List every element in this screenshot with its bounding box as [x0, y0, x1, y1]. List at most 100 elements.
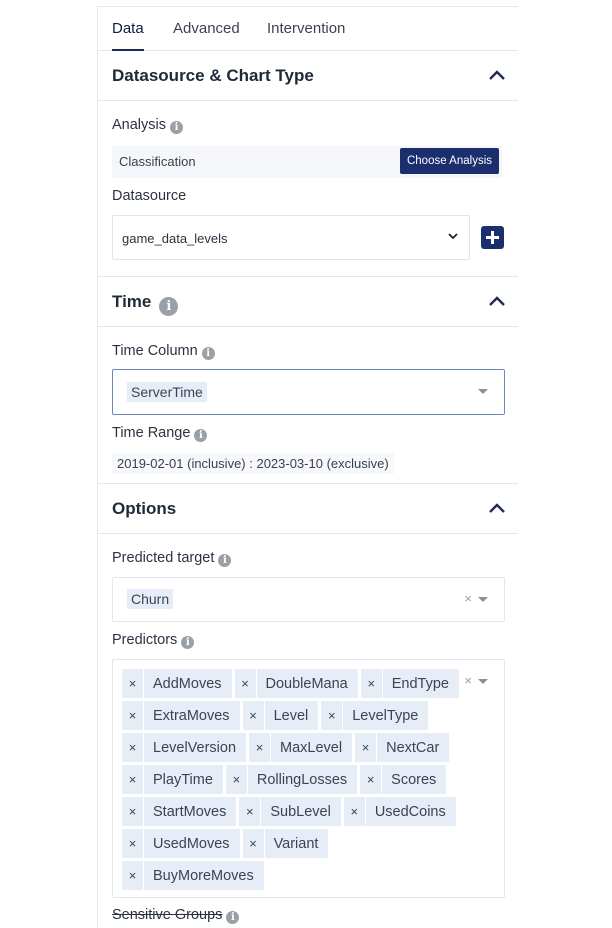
remove-tag-icon[interactable]: × — [344, 797, 366, 826]
remove-tag-icon[interactable]: × — [226, 765, 248, 794]
predictor-tag-label: Scores — [391, 771, 437, 788]
time-section-header[interactable]: Time i — [98, 277, 518, 327]
predictor-tag: × NextCar — [355, 733, 450, 762]
predicted-target-select[interactable]: Churn × — [112, 577, 505, 622]
remove-tag-icon[interactable]: × — [243, 829, 265, 858]
remove-tag-icon[interactable]: × — [122, 829, 144, 858]
remove-tag-icon[interactable]: × — [360, 765, 383, 794]
chevron-up-icon[interactable] — [487, 500, 507, 516]
sensitive-groups-label-text: Sensitive Groups — [112, 907, 223, 923]
analysis-value: Classification — [119, 154, 196, 169]
predictor-tag-label: MaxLevel — [280, 739, 343, 756]
predictors-label: Predictors i — [112, 632, 195, 649]
predictor-tag-label: Level — [273, 707, 309, 724]
time-title-text: Time — [112, 292, 152, 311]
predictor-tag: × Scores — [360, 765, 447, 794]
caret-down-icon — [478, 597, 488, 602]
predictor-row: × StartMoves × SubLevel × UsedCoins — [122, 797, 462, 829]
predictor-tag-label: SubLevel — [270, 803, 331, 820]
info-icon[interactable]: i — [226, 911, 240, 924]
chevron-up-icon[interactable] — [487, 67, 507, 83]
tab-intervention[interactable]: Intervention — [267, 20, 345, 37]
caret-down-icon — [478, 679, 488, 684]
section-title: Options — [112, 499, 177, 518]
clear-icon[interactable]: × — [464, 591, 472, 606]
info-icon[interactable]: i — [218, 554, 232, 567]
time-range-value[interactable]: 2019-02-01 (inclusive) : 2023-03-10 (exc… — [112, 453, 394, 474]
remove-tag-icon[interactable]: × — [243, 701, 265, 730]
predictor-tag-label: DoubleMana — [265, 675, 348, 692]
info-icon[interactable]: i — [201, 347, 215, 360]
time-column-select[interactable]: ServerTime — [112, 369, 505, 415]
predictor-tag-label: AddMoves — [153, 675, 222, 692]
time-range-label: Time Range i — [112, 425, 208, 442]
predictor-tag: × DoubleMana — [234, 669, 358, 698]
predictor-tags: × AddMoves × DoubleMana × EndType × ExtraMoves ×… — [122, 669, 462, 893]
predictors-multiselect[interactable]: × AddMoves × DoubleMana × EndType × ExtraMoves ×… — [112, 659, 505, 898]
remove-tag-icon[interactable]: × — [122, 861, 144, 890]
caret-down-icon — [478, 389, 488, 394]
predictor-tag: × UsedMoves — [122, 829, 240, 858]
tab-data[interactable]: Data — [112, 20, 144, 37]
remove-tag-icon[interactable]: × — [361, 669, 383, 698]
predictor-tag: × SubLevel — [239, 797, 341, 826]
info-icon[interactable]: i — [170, 121, 183, 134]
datasource-section-header[interactable]: Datasource & Chart Type — [98, 51, 518, 101]
analysis-field: Classification Choose Analysis — [112, 146, 502, 178]
section-title: Time i — [112, 292, 179, 316]
predictor-tag-label: LevelType — [352, 707, 419, 724]
predictor-tag: × Variant — [242, 829, 329, 858]
choose-analysis-button[interactable]: Choose Analysis — [400, 148, 499, 174]
remove-tag-icon[interactable]: × — [122, 669, 144, 698]
predictor-tag-label: Variant — [273, 835, 319, 852]
predictor-tag: × Level — [242, 701, 319, 730]
predictor-tag: × LevelType — [321, 701, 429, 730]
remove-tag-icon[interactable]: × — [355, 733, 378, 762]
predictor-tag-label: StartMoves — [153, 803, 227, 820]
predictor-tag-label: NextCar — [386, 739, 440, 756]
datasource-select[interactable]: game_data_levels — [112, 215, 470, 260]
tab-bar: Data Advanced Intervention — [98, 7, 518, 51]
remove-tag-icon[interactable]: × — [122, 797, 144, 826]
predictor-tag: × BuyMoreMoves — [122, 861, 264, 890]
remove-tag-icon[interactable]: × — [235, 669, 257, 698]
predictor-row: × LevelVersion × MaxLevel × NextCar — [122, 733, 462, 765]
predictor-tag: × StartMoves — [122, 797, 237, 826]
info-icon[interactable]: i — [194, 429, 208, 442]
remove-tag-icon[interactable]: × — [122, 733, 144, 762]
predictor-tag-label: ExtraMoves — [153, 707, 230, 724]
predictor-row: × PlayTime × RollingLosses × Scores — [122, 765, 462, 797]
predictor-tag-label: EndType — [391, 675, 449, 692]
add-datasource-button[interactable] — [481, 226, 504, 249]
predictor-row: × AddMoves × DoubleMana × EndType — [122, 669, 462, 701]
predictor-tag: × LevelVersion — [122, 733, 247, 762]
predictor-tag: × AddMoves — [122, 669, 232, 698]
remove-tag-icon[interactable]: × — [249, 733, 272, 762]
selected-chip: ServerTime — [127, 382, 207, 402]
predictor-tag-label: PlayTime — [153, 771, 213, 788]
info-icon[interactable]: i — [181, 636, 195, 649]
tab-advanced[interactable]: Advanced — [173, 20, 240, 37]
predictor-tag: × MaxLevel — [249, 733, 353, 762]
remove-tag-icon[interactable]: × — [122, 701, 144, 730]
predictor-row: × ExtraMoves × Level × LevelType — [122, 701, 462, 733]
time-column-label-text: Time Column — [112, 343, 198, 359]
predictors-label-text: Predictors — [112, 632, 178, 648]
remove-tag-icon[interactable]: × — [122, 765, 144, 794]
clear-all-icon[interactable]: × — [464, 673, 472, 688]
info-icon[interactable]: i — [159, 297, 179, 316]
remove-tag-icon[interactable]: × — [321, 701, 344, 730]
sensitive-groups-label: Sensitive Groups i — [112, 907, 240, 924]
predicted-target-label: Predicted target i — [112, 550, 232, 567]
time-column-label: Time Column i — [112, 343, 215, 360]
predicted-target-label-text: Predicted target — [112, 550, 215, 566]
chevron-down-icon — [448, 233, 458, 240]
chevron-up-icon[interactable] — [487, 293, 507, 309]
settings-panel: Data Advanced Intervention Datasource & … — [97, 6, 518, 928]
options-section-header[interactable]: Options — [98, 484, 518, 534]
remove-tag-icon[interactable]: × — [239, 797, 262, 826]
predictor-tag: × UsedCoins — [343, 797, 456, 826]
predictor-tag-label: RollingLosses — [256, 771, 348, 788]
datasource-value: game_data_levels — [122, 231, 228, 246]
predictor-tag: × ExtraMoves — [122, 701, 240, 730]
